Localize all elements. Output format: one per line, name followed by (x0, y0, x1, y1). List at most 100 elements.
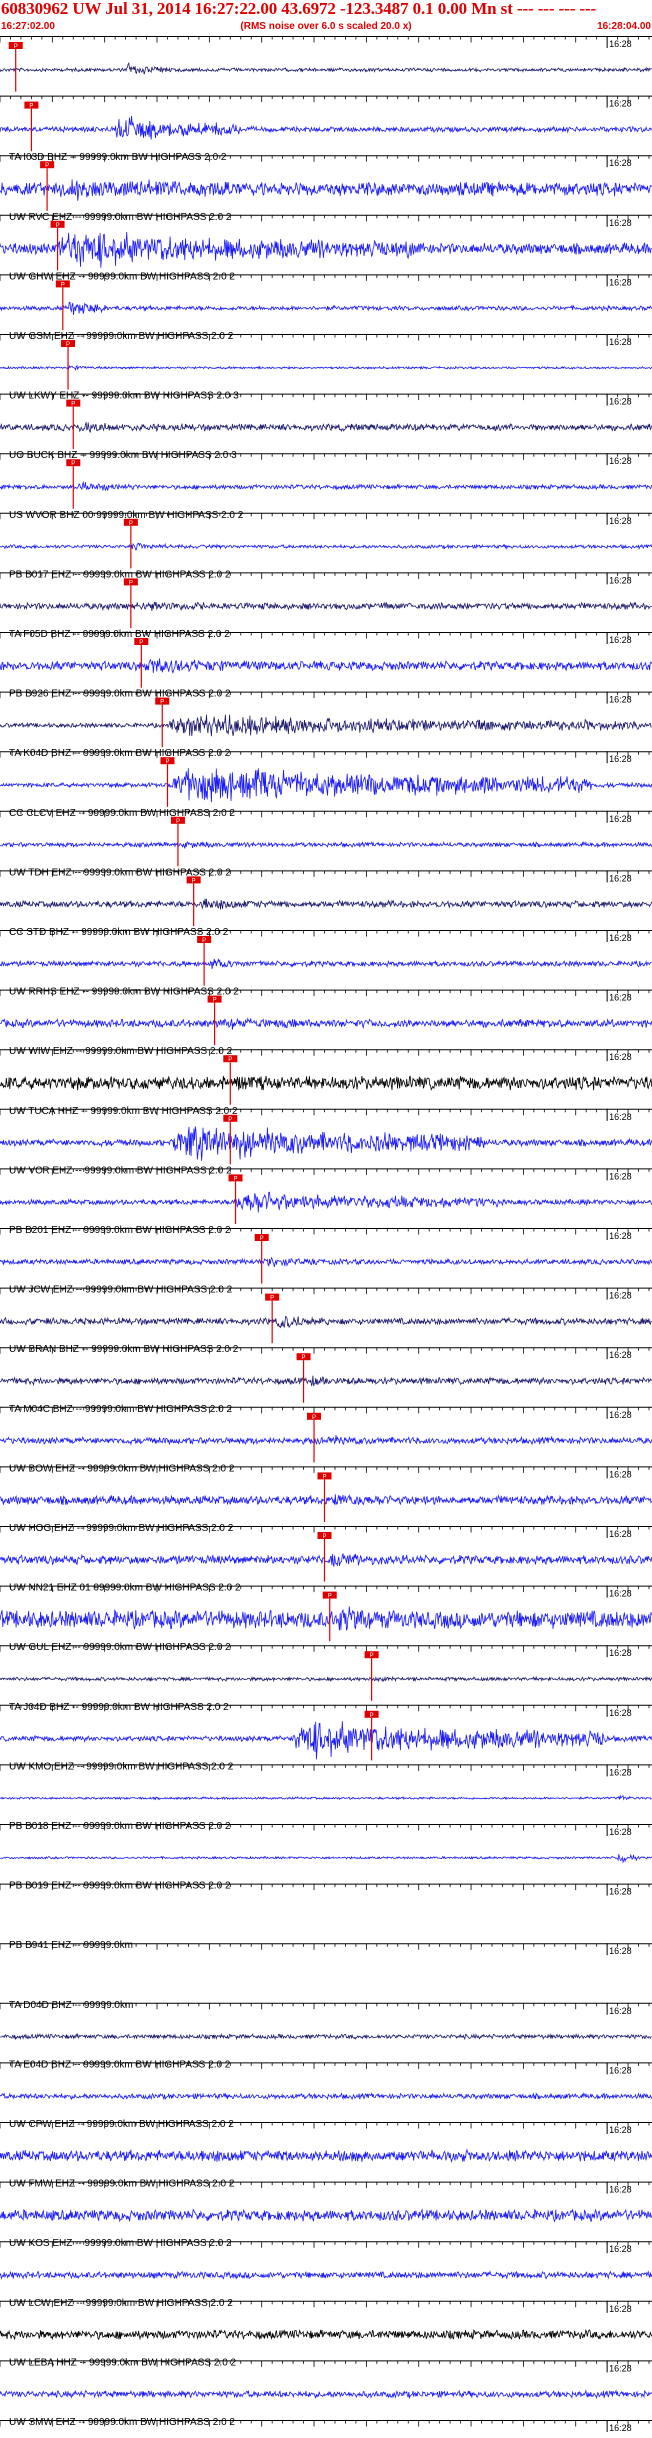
station-label: UW FMW EHZ -- 99999.0km BW HIGHPASS 2.0 … (9, 2179, 235, 2190)
waveform-trace (0, 1017, 652, 1030)
station-label: UW BRAN BHZ -- 99999.0km BW HIGHPASS 2.0… (9, 1344, 239, 1355)
minute-label: 16:28 (609, 1648, 632, 1658)
waveform-trace (0, 1375, 652, 1387)
station-label: UW LKWY EHZ -- 99999.0km BW HIGHPASS 2.0… (9, 391, 239, 402)
station-label: UW LCW EHZ -- 99999.0km BW HIGHPASS 2.0 … (9, 2298, 233, 2309)
minute-label: 16:28 (609, 1469, 632, 1479)
minute-label: 16:28 (609, 99, 632, 109)
minute-label: 16:28 (609, 2065, 632, 2075)
waveform-trace (0, 1191, 652, 1213)
station-label: TA D04D BHZ -- 99999.0km (9, 2000, 133, 2011)
minute-label: 16:28 (609, 456, 632, 466)
waveform-trace (0, 480, 652, 492)
minute-label: 16:28 (609, 933, 632, 943)
station-label: UW RRHS EHZ -- 99999.0km BW HIGHPASS 2.0… (9, 987, 239, 998)
station-label: UW KMO EHZ -- 99999.0km BW HIGHPASS 2.0 … (9, 1761, 234, 1772)
minute-label: 16:28 (609, 337, 632, 347)
station-label: UW TUCA HHZ -- 99999.0km BW HIGHPASS 2.0… (9, 1106, 238, 1117)
minute-label: 16:28 (609, 1946, 632, 1956)
minute-label: 16:28 (609, 1112, 632, 1122)
waveform-trace (0, 957, 652, 969)
waveform-trace (0, 1256, 652, 1267)
waveform-trace (0, 301, 652, 316)
station-label: TA K04D BHZ -- 99999.0km BW HIGHPASS 2.0… (9, 748, 231, 759)
minute-label: 16:28 (609, 1767, 632, 1777)
waveform-trace (0, 714, 652, 737)
event-title: 60830962 UW Jul 31, 2014 16:27:22.00 43.… (1, 0, 597, 18)
waveform-trace (0, 2092, 652, 2101)
minute-label: 16:28 (609, 516, 632, 526)
waveform-trace (0, 542, 652, 551)
waveform-trace (0, 1434, 652, 1446)
minute-label: 16:28 (609, 39, 632, 49)
waveform-trace (0, 421, 652, 433)
waveform-trace (0, 2270, 652, 2280)
waveform-trace (0, 1675, 652, 1683)
minute-label: 16:28 (609, 277, 632, 287)
waveform-trace (0, 364, 652, 371)
minute-label: 16:28 (609, 1708, 632, 1718)
waveform-trace (0, 2032, 652, 2041)
station-label: PB B941 EHZ -- 99999.0km (9, 1940, 133, 1951)
waveform-trace (0, 1126, 652, 1161)
station-label: UW CPW EHZ -- 99999.0km BW HIGHPASS 2.0 … (9, 2119, 234, 2130)
waveform-trace (0, 1552, 652, 1567)
minute-label: 16:28 (609, 635, 632, 645)
waveform-trace (0, 1315, 652, 1329)
minute-label: 16:28 (609, 1529, 632, 1539)
station-label: CC CLCV EHZ -- 99999.0km BW HIGHPASS 2.0… (9, 808, 235, 819)
minute-label: 16:28 (609, 2304, 632, 2314)
waveform-trace (0, 2208, 652, 2223)
waveform-trace (0, 768, 652, 803)
station-label: PB B201 EHZ -- 99999.0km BW HIGHPASS 2.0… (9, 1225, 231, 1236)
minute-label: 16:28 (609, 158, 632, 168)
waveform-trace (0, 898, 652, 910)
minute-label: 16:28 (609, 873, 632, 883)
station-label: UW BOW EHZ -- 99999.0km BW HIGHPASS 2.0 … (9, 1463, 235, 1474)
waveform-trace (0, 2328, 652, 2341)
waveform-trace (0, 1794, 652, 1801)
minute-label: 16:28 (609, 1291, 632, 1301)
minute-label: 16:28 (609, 695, 632, 705)
waveform-trace (0, 1494, 652, 1506)
minute-label: 16:28 (609, 1231, 632, 1241)
waveform-trace (0, 1075, 652, 1091)
station-label: UW RVC EHZ -- 99999.0km BW HIGHPASS 2.0 … (9, 212, 232, 223)
minute-label: 16:28 (609, 2006, 632, 2016)
minute-label: 16:28 (609, 2423, 632, 2433)
waveform-trace (0, 1853, 652, 1864)
station-label: UW NN21 EHZ 01 99999.0km BW HIGHPASS 2.0… (9, 1583, 241, 1594)
waveform-trace (0, 62, 652, 75)
waveform-trace (0, 231, 652, 268)
station-label: UW HOG EHZ -- 99999.0km BW HIGHPASS 2.0 … (9, 1523, 234, 1534)
minute-label: 16:28 (609, 2244, 632, 2254)
waveform-trace (0, 840, 652, 849)
waveform-trace (0, 601, 652, 612)
plot-header: 60830962 UW Jul 31, 2014 16:27:22.00 43.… (0, 0, 652, 36)
minute-label: 16:28 (609, 218, 632, 228)
minute-label: 16:28 (609, 993, 632, 1003)
waveform-trace (0, 2389, 652, 2400)
minute-label: 16:28 (609, 1887, 632, 1897)
station-label: UW GHW EHZ -- 99999.0km BW HIGHPASS 2.0 … (9, 271, 235, 282)
minute-label: 16:28 (609, 2125, 632, 2135)
station-label: UW GUL EHZ -- 99999.0km BW HIGHPASS 2.0 … (9, 1642, 231, 1653)
minute-label: 16:28 (609, 1589, 632, 1599)
station-label: UW GSM EHZ -- 99999.0km BW HIGHPASS 2.0 … (9, 331, 234, 342)
minute-label: 16:28 (609, 1052, 632, 1062)
station-label: PB B018 EHZ -- 99999.0km BW HIGHPASS 2.0… (9, 1821, 231, 1832)
station-label: UW SMW EHZ -- 99999.0km BW HIGHPASS 2.0 … (9, 2417, 235, 2428)
minute-label: 16:28 (609, 754, 632, 764)
minute-label: 16:28 (609, 1171, 632, 1181)
minute-label: 16:28 (609, 2185, 632, 2195)
minute-label: 16:28 (609, 397, 632, 407)
waveform-trace (0, 179, 652, 201)
minute-label: 16:28 (609, 1410, 632, 1420)
minute-label: 16:28 (609, 575, 632, 585)
station-label: PB B019 EHZ -- 99999.0km BW HIGHPASS 2.0… (9, 1881, 231, 1892)
station-label: PB B926 EHZ -- 99999.0km BW HIGHPASS 2.0… (9, 689, 231, 700)
minute-label: 16:28 (609, 2363, 632, 2373)
station-label: PB B017 EHZ -- 99999.0km BW HIGHPASS 2.0… (9, 569, 231, 580)
rms-noise-subtitle: (RMS noise over 6.0 s scaled 20.0 x) (240, 21, 412, 32)
station-label: UW LEBA HHZ -- 99999.0km BW HIGHPASS 2.0… (9, 2357, 237, 2368)
